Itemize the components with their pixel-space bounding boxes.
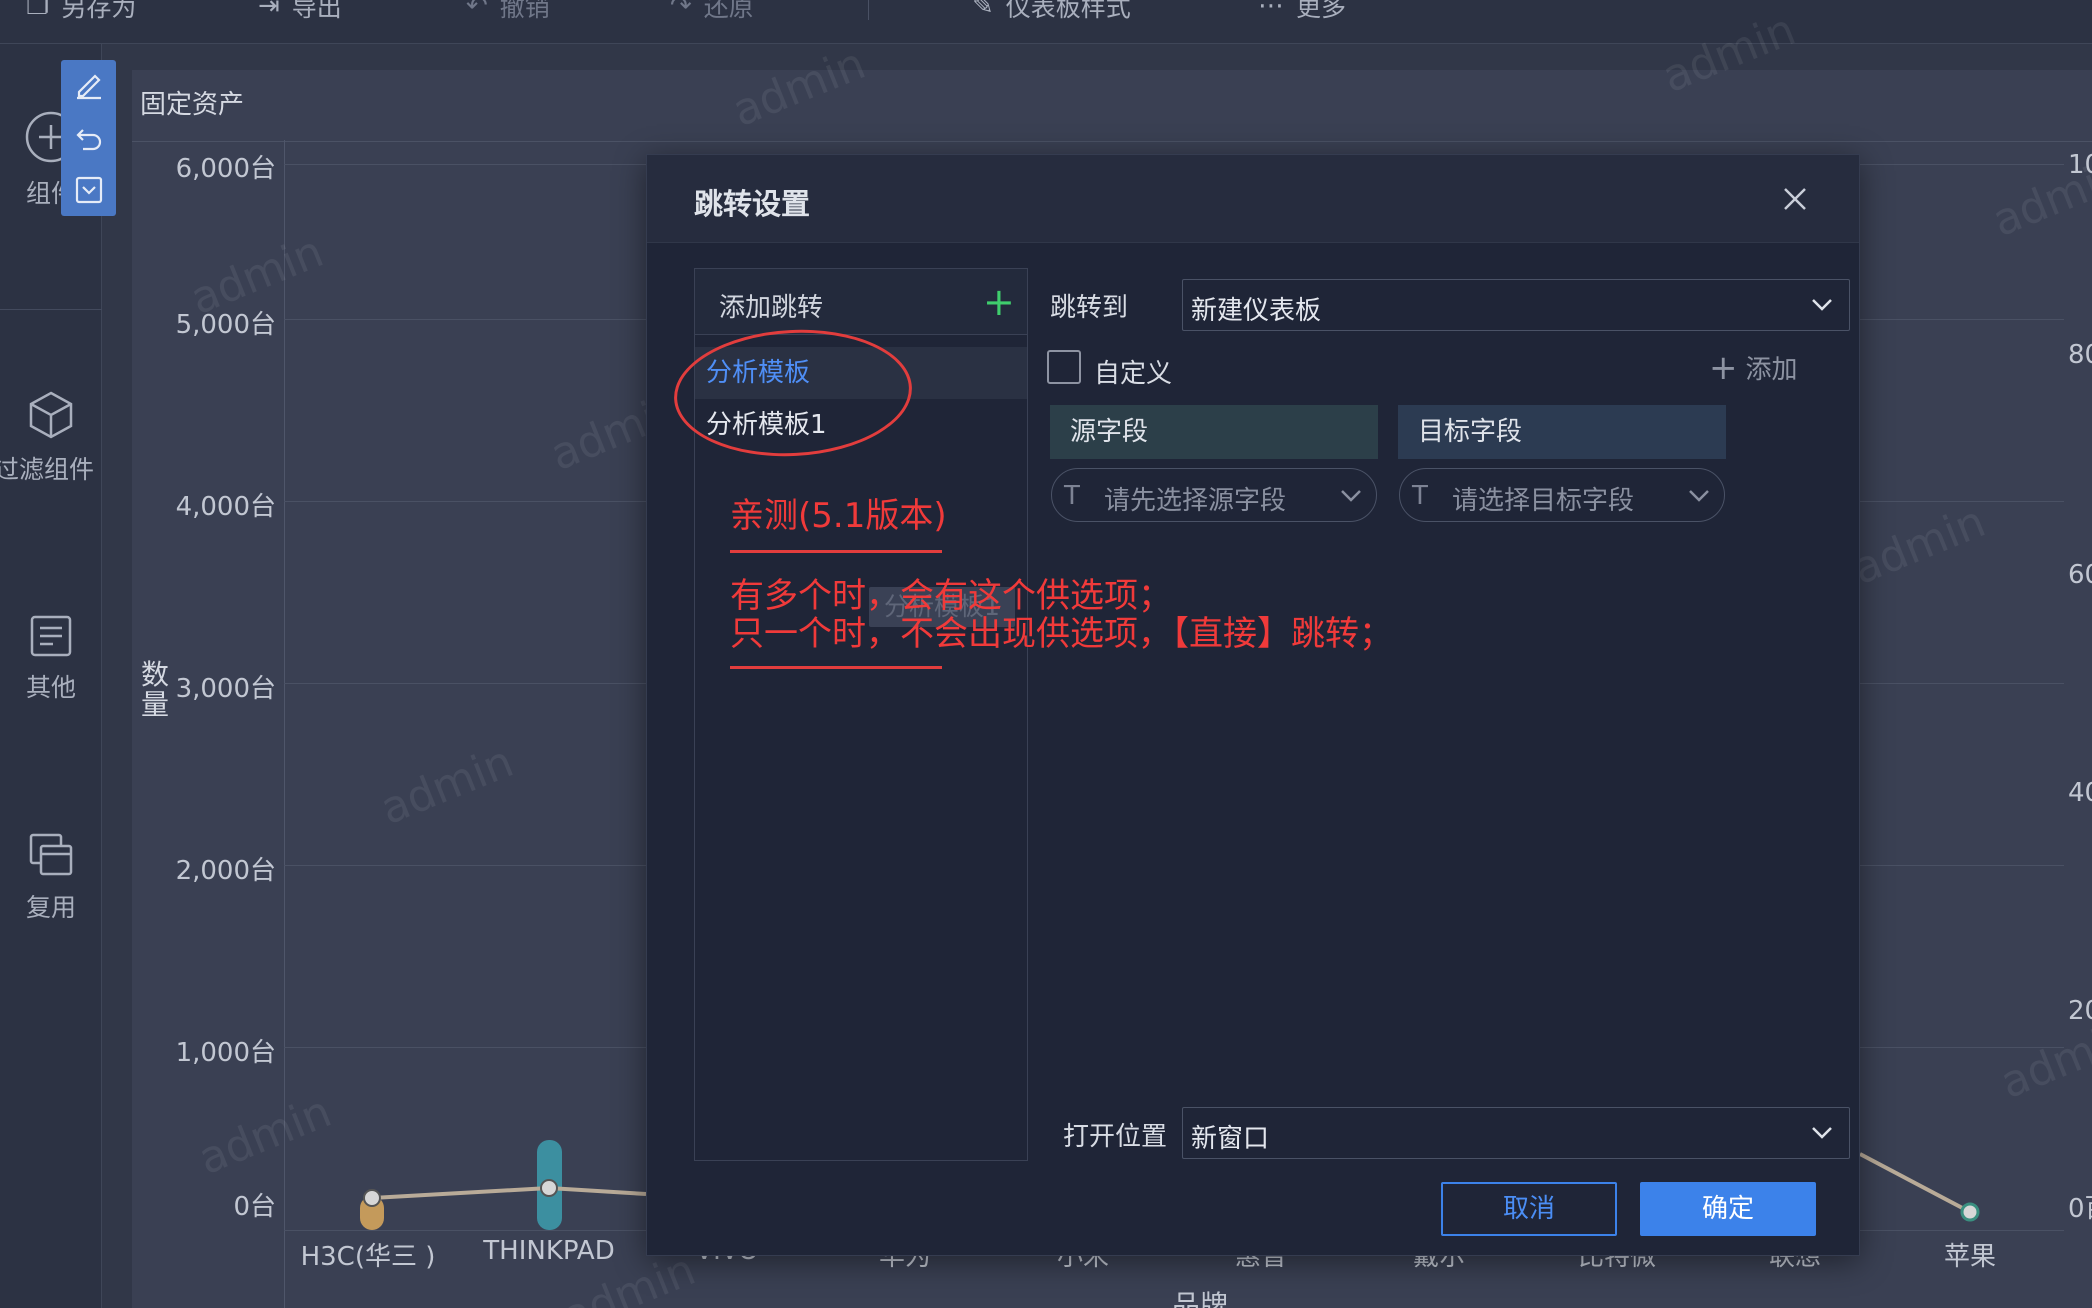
add-jump-plus-icon[interactable]: + bbox=[983, 283, 1015, 321]
target-field-select[interactable]: T 请选择目标字段 bbox=[1399, 468, 1725, 522]
cube-icon bbox=[29, 391, 73, 439]
dashboard-style-button[interactable]: ✎ 仪表板样式 bbox=[972, 0, 1131, 26]
text-type-icon: T bbox=[1412, 481, 1428, 511]
dialog-title: 跳转设置 bbox=[694, 187, 811, 221]
undo-button[interactable]: ↶ 撤销 bbox=[466, 0, 550, 26]
save-as-icon: ❐ bbox=[26, 0, 50, 21]
cancel-button[interactable]: 取消 bbox=[1441, 1182, 1617, 1236]
source-field-select[interactable]: T 请先选择源字段 bbox=[1051, 468, 1377, 522]
y-tick-label: 1,000台 bbox=[175, 1038, 276, 1068]
reuse-icon bbox=[29, 833, 73, 876]
x-tick-label: 苹果 bbox=[1943, 1242, 1997, 1272]
export-icon: ⇥ bbox=[258, 0, 280, 21]
annotation-underline bbox=[730, 666, 942, 669]
y2-tick-label: 0百 bbox=[2068, 1194, 2092, 1224]
chevron-down-icon bbox=[1812, 299, 1832, 311]
sidebar-divider bbox=[0, 309, 102, 310]
jump-to-value: 新建仪表板 bbox=[1191, 296, 1322, 326]
sidebar-item-reuse[interactable]: 复用 bbox=[0, 832, 102, 924]
y-axis-title: 数量 bbox=[140, 658, 169, 721]
jump-to-label: 跳转到 bbox=[1050, 293, 1129, 323]
y-tick-label: 0台 bbox=[233, 1192, 276, 1222]
add-jump-label: 添加跳转 bbox=[719, 293, 824, 323]
y2-tick-label: 80 bbox=[2068, 340, 2092, 370]
widget-edit-tools bbox=[61, 60, 116, 216]
custom-label: 自定义 bbox=[1094, 359, 1173, 389]
target-field-placeholder: 请选择目标字段 bbox=[1452, 486, 1635, 516]
y-tick-label: 6,000台 bbox=[175, 154, 276, 184]
undo-arrow-icon[interactable] bbox=[73, 122, 105, 154]
sidebar-item-filter-component[interactable]: 过滤组件 bbox=[0, 390, 102, 486]
jump-to-select[interactable]: 新建仪表板 bbox=[1182, 279, 1850, 331]
left-sidebar: 组件 过滤组件 其他 复用 bbox=[0, 44, 102, 1308]
save-as-button[interactable]: ❐ 另存为 bbox=[26, 0, 136, 26]
add-field-button[interactable]: + 添加 bbox=[1709, 349, 1798, 386]
y-tick-label: 3,000台 bbox=[175, 674, 276, 704]
open-position-value: 新窗口 bbox=[1191, 1124, 1270, 1154]
dialog-header: 跳转设置 bbox=[647, 155, 1859, 243]
more-dots-icon: ⋯ bbox=[1258, 0, 1284, 21]
open-position-select[interactable]: 新窗口 bbox=[1182, 1107, 1850, 1159]
confirm-button[interactable]: 确定 bbox=[1640, 1182, 1816, 1236]
undo-icon: ↶ bbox=[466, 0, 488, 21]
chart-title: 固定资产 bbox=[140, 90, 245, 120]
source-field-header: 源字段 bbox=[1050, 405, 1378, 459]
annotation-single-note: 只一个时，不会出现供选项，【直接】跳转； bbox=[730, 614, 1393, 654]
close-icon[interactable] bbox=[1777, 181, 1813, 217]
plus-icon: + bbox=[1709, 347, 1738, 388]
jump-settings-dialog: 跳转设置 添加跳转 + 分析模板 分析模板1 分析模板1 跳转到 新建仪表板 自… bbox=[646, 154, 1860, 1256]
jump-list-header: 添加跳转 + bbox=[695, 269, 1027, 335]
custom-checkbox[interactable] bbox=[1047, 350, 1081, 384]
chevron-down-icon bbox=[1341, 490, 1361, 502]
x-tick-label: H3C(华三 ) bbox=[300, 1242, 436, 1272]
annotation-underline bbox=[730, 550, 942, 553]
annotation-version-note: 亲测(5.1版本) bbox=[730, 496, 947, 536]
redo-icon: ↷ bbox=[670, 0, 692, 21]
redo-button[interactable]: ↷ 还原 bbox=[670, 0, 754, 26]
y2-tick-label: 20 bbox=[2068, 996, 2092, 1026]
chevron-down-icon bbox=[1812, 1127, 1832, 1139]
chart-title-divider bbox=[132, 141, 2092, 142]
document-icon bbox=[30, 615, 72, 657]
export-button[interactable]: ⇥ 导出 bbox=[258, 0, 342, 26]
source-field-placeholder: 请先选择源字段 bbox=[1104, 486, 1287, 516]
y-tick-label: 4,000台 bbox=[175, 492, 276, 522]
edit-pencil-icon[interactable] bbox=[73, 68, 105, 100]
text-type-icon: T bbox=[1064, 481, 1080, 511]
x-axis-title: 品牌 bbox=[1172, 1289, 1229, 1308]
paint-brush-icon: ✎ bbox=[972, 0, 994, 21]
sidebar-item-other[interactable]: 其他 bbox=[0, 614, 102, 704]
chevron-down-icon bbox=[1689, 490, 1709, 502]
y-tick-label: 2,000台 bbox=[175, 856, 276, 886]
open-position-label: 打开位置 bbox=[1063, 1122, 1168, 1152]
target-field-header: 目标字段 bbox=[1398, 405, 1726, 459]
x-tick-label: THINKPAD bbox=[483, 1236, 615, 1266]
dropdown-box-icon[interactable] bbox=[73, 174, 105, 206]
more-button[interactable]: ⋯ 更多 bbox=[1258, 0, 1346, 26]
y2-tick-label: 60 bbox=[2068, 560, 2092, 590]
y2-tick-label: 40 bbox=[2068, 778, 2092, 808]
toolbar-divider bbox=[868, 0, 869, 20]
